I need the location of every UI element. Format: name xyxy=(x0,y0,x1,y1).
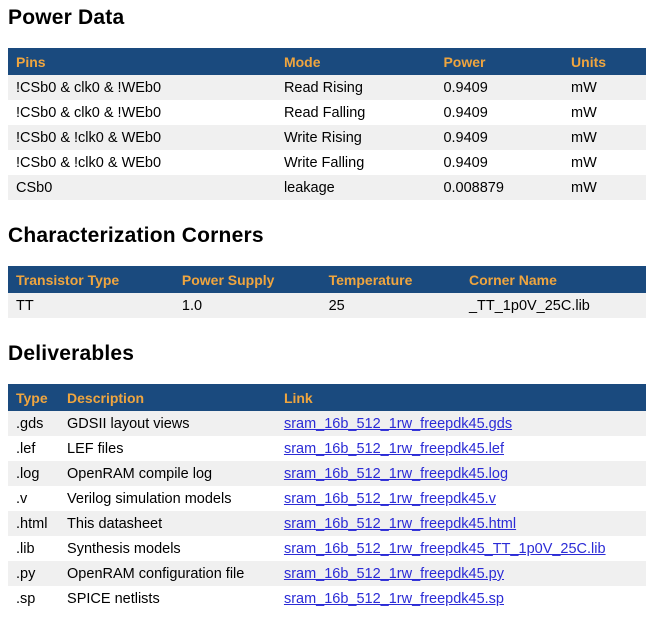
cell-power-supply: 1.0 xyxy=(174,293,321,318)
cell-pins: !CSb0 & !clk0 & WEb0 xyxy=(8,125,276,150)
cell-pins: !CSb0 & clk0 & !WEb0 xyxy=(8,100,276,125)
cell-link: sram_16b_512_1rw_freepdk45.sp xyxy=(276,586,646,611)
table-row: .v Verilog simulation models sram_16b_51… xyxy=(8,486,646,511)
table-row: .py OpenRAM configuration file sram_16b_… xyxy=(8,561,646,586)
cell-mode: leakage xyxy=(276,175,436,200)
table-row: .lef LEF files sram_16b_512_1rw_freepdk4… xyxy=(8,436,646,461)
cell-link: sram_16b_512_1rw_freepdk45.log xyxy=(276,461,646,486)
cell-type: .py xyxy=(8,561,59,586)
cell-link: sram_16b_512_1rw_freepdk45.py xyxy=(276,561,646,586)
column-header-link: Link xyxy=(276,384,646,411)
deliverable-link-gds[interactable]: sram_16b_512_1rw_freepdk45.gds xyxy=(284,416,512,432)
cell-link: sram_16b_512_1rw_freepdk45.gds xyxy=(276,411,646,436)
cell-mode: Write Rising xyxy=(276,125,436,150)
deliverable-link-log[interactable]: sram_16b_512_1rw_freepdk45.log xyxy=(284,466,508,482)
section-title-characterization-corners: Characterization Corners xyxy=(8,224,646,248)
cell-units: mW xyxy=(563,75,646,100)
table-row: !CSb0 & !clk0 & WEb0 Write Rising 0.9409… xyxy=(8,125,646,150)
cell-type: .gds xyxy=(8,411,59,436)
cell-description: OpenRAM configuration file xyxy=(59,561,276,586)
table-row: .sp SPICE netlists sram_16b_512_1rw_free… xyxy=(8,586,646,611)
deliverable-link-html[interactable]: sram_16b_512_1rw_freepdk45.html xyxy=(284,516,516,532)
cell-mode: Read Falling xyxy=(276,100,436,125)
cell-description: Synthesis models xyxy=(59,536,276,561)
cell-description: OpenRAM compile log xyxy=(59,461,276,486)
cell-units: mW xyxy=(563,150,646,175)
cell-mode: Write Falling xyxy=(276,150,436,175)
characterization-corners-table: Transistor Type Power Supply Temperature… xyxy=(8,266,646,318)
cell-type: .html xyxy=(8,511,59,536)
column-header-transistor-type: Transistor Type xyxy=(8,266,174,293)
table-row: .gds GDSII layout views sram_16b_512_1rw… xyxy=(8,411,646,436)
section-title-deliverables: Deliverables xyxy=(8,342,646,366)
deliverables-table: Type Description Link .gds GDSII layout … xyxy=(8,384,646,611)
column-header-mode: Mode xyxy=(276,48,436,75)
table-row: .log OpenRAM compile log sram_16b_512_1r… xyxy=(8,461,646,486)
cell-pins: CSb0 xyxy=(8,175,276,200)
cell-pins: !CSb0 & clk0 & !WEb0 xyxy=(8,75,276,100)
corners-header-row: Transistor Type Power Supply Temperature… xyxy=(8,266,646,293)
table-row: !CSb0 & clk0 & !WEb0 Read Rising 0.9409 … xyxy=(8,75,646,100)
table-row: .lib Synthesis models sram_16b_512_1rw_f… xyxy=(8,536,646,561)
column-header-power: Power xyxy=(435,48,563,75)
table-row: .html This datasheet sram_16b_512_1rw_fr… xyxy=(8,511,646,536)
table-row: !CSb0 & clk0 & !WEb0 Read Falling 0.9409… xyxy=(8,100,646,125)
cell-power: 0.9409 xyxy=(435,125,563,150)
cell-link: sram_16b_512_1rw_freepdk45.v xyxy=(276,486,646,511)
column-header-type: Type xyxy=(8,384,59,411)
column-header-power-supply: Power Supply xyxy=(174,266,321,293)
deliverable-link-lib[interactable]: sram_16b_512_1rw_freepdk45_TT_1p0V_25C.l… xyxy=(284,541,606,557)
cell-units: mW xyxy=(563,125,646,150)
table-row: CSb0 leakage 0.008879 mW xyxy=(8,175,646,200)
cell-type: .lef xyxy=(8,436,59,461)
cell-mode: Read Rising xyxy=(276,75,436,100)
cell-description: This datasheet xyxy=(59,511,276,536)
power-data-header-row: Pins Mode Power Units xyxy=(8,48,646,75)
column-header-corner-name: Corner Name xyxy=(461,266,646,293)
cell-power: 0.9409 xyxy=(435,75,563,100)
cell-type: .sp xyxy=(8,586,59,611)
cell-link: sram_16b_512_1rw_freepdk45.html xyxy=(276,511,646,536)
cell-link: sram_16b_512_1rw_freepdk45_TT_1p0V_25C.l… xyxy=(276,536,646,561)
cell-description: Verilog simulation models xyxy=(59,486,276,511)
datasheet-page: Power Data Pins Mode Power Units !CSb0 &… xyxy=(0,0,660,631)
cell-type: .v xyxy=(8,486,59,511)
column-header-description: Description xyxy=(59,384,276,411)
cell-pins: !CSb0 & !clk0 & WEb0 xyxy=(8,150,276,175)
deliverable-link-v[interactable]: sram_16b_512_1rw_freepdk45.v xyxy=(284,491,496,507)
cell-corner-name: _TT_1p0V_25C.lib xyxy=(461,293,646,318)
table-row: !CSb0 & !clk0 & WEb0 Write Falling 0.940… xyxy=(8,150,646,175)
cell-type: .log xyxy=(8,461,59,486)
section-title-power-data: Power Data xyxy=(8,6,646,30)
cell-power: 0.9409 xyxy=(435,100,563,125)
cell-type: .lib xyxy=(8,536,59,561)
column-header-units: Units xyxy=(563,48,646,75)
column-header-pins: Pins xyxy=(8,48,276,75)
cell-temperature: 25 xyxy=(321,293,461,318)
cell-power: 0.008879 xyxy=(435,175,563,200)
deliverables-header-row: Type Description Link xyxy=(8,384,646,411)
deliverable-link-lef[interactable]: sram_16b_512_1rw_freepdk45.lef xyxy=(284,441,504,457)
cell-link: sram_16b_512_1rw_freepdk45.lef xyxy=(276,436,646,461)
table-row: TT 1.0 25 _TT_1p0V_25C.lib xyxy=(8,293,646,318)
cell-transistor-type: TT xyxy=(8,293,174,318)
deliverable-link-py[interactable]: sram_16b_512_1rw_freepdk45.py xyxy=(284,566,504,582)
deliverable-link-sp[interactable]: sram_16b_512_1rw_freepdk45.sp xyxy=(284,591,504,607)
cell-description: LEF files xyxy=(59,436,276,461)
cell-units: mW xyxy=(563,100,646,125)
cell-units: mW xyxy=(563,175,646,200)
power-data-table: Pins Mode Power Units !CSb0 & clk0 & !WE… xyxy=(8,48,646,200)
cell-power: 0.9409 xyxy=(435,150,563,175)
cell-description: SPICE netlists xyxy=(59,586,276,611)
cell-description: GDSII layout views xyxy=(59,411,276,436)
column-header-temperature: Temperature xyxy=(321,266,461,293)
